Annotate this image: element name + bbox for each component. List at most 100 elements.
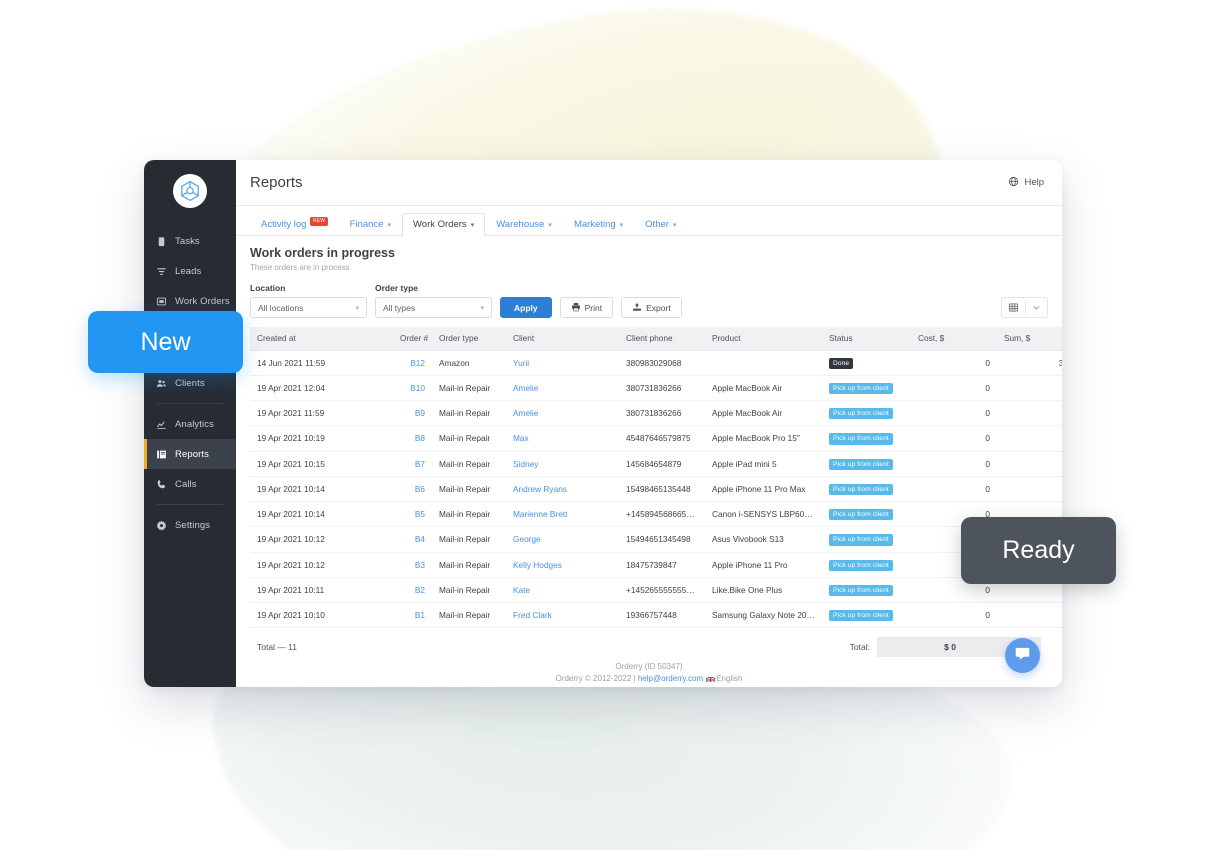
client-link[interactable]: Sidney — [513, 459, 538, 469]
table-row[interactable]: 19 Apr 2021 10:11 B2 Mail-in Repair Kate +14… — [250, 577, 1062, 604]
cell-client-phone: 380731836266 — [619, 375, 705, 402]
tab-warehouse[interactable]: Warehouse ▾ — [485, 213, 563, 236]
reports-icon — [155, 448, 168, 461]
order-link[interactable]: B3 — [415, 560, 425, 570]
app-logo[interactable] — [144, 160, 236, 222]
client-link[interactable]: George — [513, 534, 541, 544]
table-row[interactable]: 19 Apr 2021 10:12 B4 Mail-in Repair George 1… — [250, 526, 1062, 553]
cell-client: Fred Clark — [506, 602, 619, 629]
cell-created-at: 19 Apr 2021 10:19 — [250, 425, 393, 452]
tab-activity-log[interactable]: Activity log NEW — [250, 213, 339, 236]
help-button[interactable]: Help — [1008, 176, 1044, 190]
callout-new: New — [88, 311, 243, 373]
location-select[interactable]: All locations ▾ — [250, 297, 367, 318]
client-link[interactable]: Max — [513, 433, 529, 443]
order-link[interactable]: B12 — [410, 358, 425, 368]
order-link[interactable]: B1 — [415, 610, 425, 620]
order-link[interactable]: B4 — [415, 534, 425, 544]
work-orders-table: Created at Order # Order type Client Cli… — [250, 327, 1062, 629]
cell-order-type: Mail-in Repair — [432, 501, 506, 528]
table-row[interactable]: 19 Apr 2021 11:59 B9 Mail-in Repair Amelie 3… — [250, 400, 1062, 427]
tab-work-orders[interactable]: Work Orders ▾ — [402, 213, 486, 236]
cell-status: Done — [822, 350, 911, 376]
cell-client: George — [506, 526, 619, 553]
client-link[interactable]: Yurii — [513, 358, 529, 368]
column-header-status[interactable]: Status — [822, 327, 911, 351]
sidebar-item-calls[interactable]: Calls — [144, 469, 236, 499]
order-link[interactable]: B9 — [415, 408, 425, 418]
tab-other[interactable]: Other ▾ — [634, 213, 687, 236]
chevron-down-icon[interactable] — [1026, 298, 1047, 317]
table-row[interactable]: 14 Jun 2021 11:59 B12 Amazon Yurii 380983029… — [250, 350, 1062, 376]
chat-bubble-button[interactable] — [1005, 638, 1040, 673]
table-row[interactable]: 19 Apr 2021 10:15 B7 Mail-in Repair Sidney 1… — [250, 451, 1062, 477]
cell-order-type: Mail-in Repair — [432, 400, 506, 427]
table-row[interactable]: 19 Apr 2021 10:12 B3 Mail-in Repair Kelly H… — [250, 552, 1062, 578]
cell-created-at: 19 Apr 2021 10:11 — [250, 577, 393, 604]
cell-sum: 0 — [997, 451, 1062, 477]
order-link[interactable]: B8 — [415, 433, 425, 443]
client-link[interactable]: Amelie — [513, 408, 538, 418]
cell-client-phone: 19366757448 — [619, 602, 705, 629]
cell-client: Andrew Ryans — [506, 476, 619, 503]
sidebar-item-analytics[interactable]: Analytics — [144, 409, 236, 439]
footer-language[interactable]: English — [716, 674, 742, 683]
footer-email-link[interactable]: help@orderry.com — [638, 674, 703, 683]
sidebar-item-label: Analytics — [175, 418, 214, 430]
order-link[interactable]: B5 — [415, 509, 425, 519]
topbar: Reports Help — [236, 160, 1062, 206]
analytics-icon — [155, 418, 168, 431]
column-header-client-phone[interactable]: Client phone — [619, 327, 705, 351]
column-header-cost[interactable]: Cost, $ — [911, 327, 997, 351]
status-badge: Pick up from client — [829, 584, 893, 596]
cell-product: Canon i-SENSYS LBP6030B — [705, 501, 822, 528]
order-link[interactable]: B6 — [415, 484, 425, 494]
column-header-sum[interactable]: Sum, $ — [997, 327, 1062, 351]
client-link[interactable]: Marienne Brett — [513, 509, 567, 519]
sidebar-item-settings[interactable]: Settings — [144, 510, 236, 540]
cell-cost: 0 — [911, 375, 997, 402]
cell-client: Yurii — [506, 350, 619, 376]
table-row[interactable]: 19 Apr 2021 10:10 B1 Mail-in Repair Fred Cl… — [250, 602, 1062, 629]
client-link[interactable]: Kelly Hodges — [513, 560, 562, 570]
tab-marketing[interactable]: Marketing ▾ — [563, 213, 634, 236]
sidebar-item-reports[interactable]: Reports — [144, 439, 236, 469]
order-link[interactable]: B7 — [415, 459, 425, 469]
column-header-order-type[interactable]: Order type — [432, 327, 506, 351]
client-link[interactable]: Andrew Ryans — [513, 484, 567, 494]
chevron-down-icon: ▾ — [355, 304, 359, 312]
order-link[interactable]: B2 — [415, 585, 425, 595]
cell-sum: 0 — [997, 476, 1062, 503]
client-link[interactable]: Amelie — [513, 383, 538, 393]
table-row[interactable]: 19 Apr 2021 10:14 B6 Mail-in Repair Andrew … — [250, 476, 1062, 503]
view-toggle[interactable] — [1001, 297, 1048, 318]
cell-order-type: Mail-in Repair — [432, 602, 506, 629]
table-row[interactable]: 19 Apr 2021 10:14 B5 Mail-in Repair Marienn… — [250, 501, 1062, 528]
cell-client-phone: 380731836266 — [619, 400, 705, 427]
tab-finance[interactable]: Finance ▾ — [339, 213, 402, 236]
client-link[interactable]: Fred Clark — [513, 610, 552, 620]
status-badge: Pick up from client — [829, 534, 893, 546]
apply-button[interactable]: Apply — [500, 297, 552, 318]
callout-ready: Ready — [961, 517, 1116, 584]
client-link[interactable]: Kate — [513, 585, 530, 595]
cell-client-phone: 15494651345498 — [619, 526, 705, 553]
sidebar-item-leads[interactable]: Leads — [144, 256, 236, 286]
export-button[interactable]: Export — [621, 297, 682, 318]
cell-created-at: 19 Apr 2021 10:12 — [250, 552, 393, 578]
column-header-created-at[interactable]: Created at — [250, 327, 393, 351]
column-header-client[interactable]: Client — [506, 327, 619, 351]
print-label: Print — [584, 302, 603, 313]
table-grid-icon[interactable] — [1002, 298, 1025, 317]
column-header-order[interactable]: Order # — [393, 327, 432, 351]
cell-status: Pick up from client — [822, 577, 911, 604]
table-row[interactable]: 19 Apr 2021 12:04 B10 Mail-in Repair Amelie… — [250, 375, 1062, 402]
sidebar-item-tasks[interactable]: Tasks — [144, 226, 236, 256]
order-link[interactable]: B10 — [410, 383, 425, 393]
order-type-select[interactable]: All types ▾ — [375, 297, 492, 318]
section-title: Work orders in progress — [250, 246, 395, 260]
table-row[interactable]: 19 Apr 2021 10:19 B8 Mail-in Repair Max 4548… — [250, 425, 1062, 452]
column-header-product[interactable]: Product — [705, 327, 822, 351]
print-button[interactable]: Print — [559, 297, 614, 318]
cell-status: Pick up from client — [822, 400, 911, 427]
